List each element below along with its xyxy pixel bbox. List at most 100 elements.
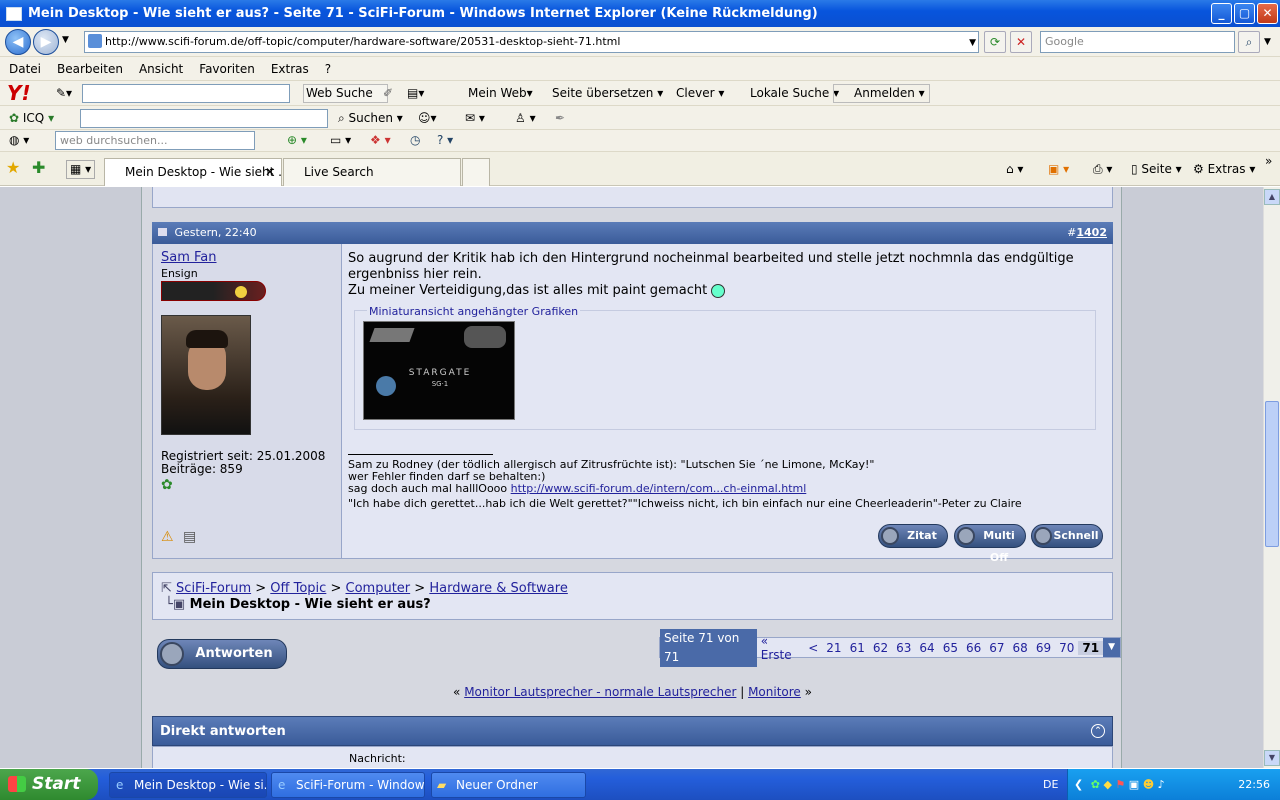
page-link-61[interactable]: 61 xyxy=(846,641,869,655)
page-link-63[interactable]: 63 xyxy=(892,641,915,655)
page-link-69[interactable]: 69 xyxy=(1032,641,1055,655)
taskbar-item-scifi-forum[interactable]: e SciFi-Forum - Window... xyxy=(271,772,425,798)
person-icon[interactable]: ♙ ▾ xyxy=(515,109,536,128)
scroll-thumb[interactable] xyxy=(1265,401,1279,547)
add-favorites-icon[interactable]: ✚ xyxy=(32,158,45,177)
start-button[interactable]: Start xyxy=(0,769,98,800)
window-icon[interactable]: ▭ ▾ xyxy=(330,131,351,150)
report-post-icon[interactable]: ▤ xyxy=(183,529,196,545)
search-input[interactable]: Google xyxy=(1040,31,1235,53)
page-link-65[interactable]: 65 xyxy=(939,641,962,655)
web-durchsuchen-input[interactable]: web durchsuchen... xyxy=(55,131,255,150)
forward-button[interactable]: ▶ xyxy=(33,29,59,55)
refresh-button[interactable]: ⟳ xyxy=(984,31,1006,53)
address-bar[interactable]: http://www.scifi-forum.de/off-topic/comp… xyxy=(84,31,979,53)
reply-button[interactable]: Antworten xyxy=(157,639,287,669)
minimize-button[interactable]: _ xyxy=(1211,3,1232,24)
username-link[interactable]: Sam Fan xyxy=(161,250,217,265)
login-button[interactable]: Anmelden ▾ xyxy=(833,84,930,103)
maximize-button[interactable]: ▢ xyxy=(1234,3,1255,24)
layout-icon[interactable]: ▤▾ xyxy=(407,84,424,103)
page-link-67[interactable]: 67 xyxy=(985,641,1008,655)
web-search-button[interactable]: Web Suche xyxy=(303,84,388,103)
next-thread-link[interactable]: Monitore xyxy=(748,685,801,699)
tray-icq-icon[interactable]: ✿ xyxy=(1091,778,1100,791)
stop-button[interactable]: ✕ xyxy=(1010,31,1032,53)
menu-favoriten[interactable]: Favoriten xyxy=(199,62,255,76)
new-tab-button[interactable] xyxy=(462,158,490,186)
clock-icon[interactable]: ◷ xyxy=(410,131,420,150)
clever-button[interactable]: Clever ▾ xyxy=(657,84,724,103)
reputation-icon[interactable]: ⚠ xyxy=(161,529,174,545)
scroll-down-icon[interactable]: ▼ xyxy=(1264,750,1280,766)
menu-extras[interactable]: Extras xyxy=(271,62,309,76)
menu-help[interactable]: ? xyxy=(325,62,331,76)
globe-icon[interactable]: ◍ ▾ xyxy=(9,131,29,150)
address-dropdown-icon[interactable]: ▼ xyxy=(969,33,976,53)
mail-icon[interactable]: ✉ ▾ xyxy=(465,109,485,128)
tray-volume-icon[interactable]: ♪ xyxy=(1158,778,1165,791)
close-button[interactable]: ✕ xyxy=(1257,3,1278,24)
scroll-up-icon[interactable]: ▲ xyxy=(1264,189,1280,205)
search-go-icon[interactable]: ⌕ xyxy=(1238,31,1260,53)
quick-tabs-icon[interactable]: ▦ ▾ xyxy=(66,160,96,179)
icq-flower-icon[interactable]: ✿ ICQ ▾ xyxy=(9,109,54,128)
vertical-scrollbar[interactable]: ▲ ▼ xyxy=(1263,187,1280,768)
page-link-62[interactable]: 62 xyxy=(869,641,892,655)
back-button[interactable]: ◀ xyxy=(5,29,31,55)
page-menu-button[interactable]: ▯ Seite ▾ xyxy=(1131,160,1182,179)
menu-datei[interactable]: Datei xyxy=(9,62,41,76)
pagination-dropdown-icon[interactable]: ▼ xyxy=(1103,638,1120,657)
page-link-66[interactable]: 66 xyxy=(962,641,985,655)
breadcrumb-off-topic[interactable]: Off Topic xyxy=(270,581,326,596)
page-link-64[interactable]: 64 xyxy=(915,641,938,655)
tray-shield-icon[interactable]: ◆ xyxy=(1103,778,1111,791)
icq-search-input[interactable] xyxy=(80,109,328,128)
user-avatar[interactable] xyxy=(161,315,251,435)
add-icon[interactable]: ⊕ ▾ xyxy=(287,131,307,150)
tab-close-icon[interactable]: ✕ xyxy=(265,159,275,185)
yahoo-logo-icon[interactable]: Y! xyxy=(7,82,31,104)
language-indicator[interactable]: DE xyxy=(1043,769,1058,800)
breadcrumb-computer[interactable]: Computer xyxy=(346,581,411,596)
signature-link[interactable]: http://www.scifi-forum.de/intern/com...c… xyxy=(511,482,807,495)
tray-flag-icon[interactable]: ⚑ xyxy=(1115,778,1125,791)
feeds-icon[interactable]: ▣ ▾ xyxy=(1048,160,1069,179)
highlight-icon[interactable]: ✐ xyxy=(383,84,393,103)
tab-live-search[interactable]: Live Search xyxy=(283,158,461,186)
icq-search-button[interactable]: ⌕ Suchen ▾ xyxy=(338,109,403,128)
breadcrumb-hardware[interactable]: Hardware & Software xyxy=(429,581,567,596)
collapse-icon[interactable]: ⌃ xyxy=(1091,724,1105,738)
tray-network-icon[interactable]: ▣ xyxy=(1129,778,1139,791)
multi-quote-button[interactable]: Multi Off xyxy=(954,524,1026,564)
favorites-star-icon[interactable]: ★ xyxy=(6,158,20,177)
pencil-icon[interactable]: ✎▾ xyxy=(56,84,72,103)
attachment-thumbnail[interactable]: STARGATE SG·1 xyxy=(363,321,515,420)
history-dropdown-icon[interactable]: ▼ xyxy=(62,35,69,45)
page-link-21[interactable]: 21 xyxy=(822,641,845,655)
prev-thread-link[interactable]: Monitor Lautsprecher - normale Lautsprec… xyxy=(464,685,736,699)
print-icon[interactable]: ⎙ ▾ xyxy=(1093,160,1112,179)
breadcrumb-scifi-forum[interactable]: SciFi-Forum xyxy=(176,581,251,596)
page-link-70[interactable]: 70 xyxy=(1055,641,1078,655)
help-icon[interactable]: ? ▾ xyxy=(437,131,453,150)
mein-web-button[interactable]: Mein Web▾ xyxy=(450,84,533,103)
pagination-prev[interactable]: < xyxy=(804,641,822,655)
home-icon[interactable]: ⌂ ▾ xyxy=(1006,160,1023,179)
menu-bearbeiten[interactable]: Bearbeiten xyxy=(57,62,123,76)
page-link-68[interactable]: 68 xyxy=(1009,641,1032,655)
search-options-icon[interactable]: ▼ xyxy=(1264,37,1271,47)
colorful-icon[interactable]: ❖ ▾ xyxy=(370,131,391,150)
tray-messenger-icon[interactable]: ☻ xyxy=(1143,778,1154,791)
menu-ansicht[interactable]: Ansicht xyxy=(139,62,183,76)
yahoo-search-input[interactable] xyxy=(82,84,290,103)
feather-icon[interactable]: ✒ xyxy=(555,109,565,128)
tray-expand-icon[interactable]: ❮ xyxy=(1074,778,1083,791)
translate-button[interactable]: Seite übersetzen ▾ xyxy=(534,84,663,103)
smiley-icon[interactable]: ☺▾ xyxy=(418,109,437,128)
taskbar-item-mein-desktop[interactable]: e Mein Desktop - Wie si... xyxy=(109,772,267,798)
tab-mein-desktop[interactable]: Mein Desktop - Wie sieht ... ✕ xyxy=(104,158,282,186)
quote-button[interactable]: Zitat xyxy=(878,524,948,548)
post-number-link[interactable]: 1402 xyxy=(1076,226,1107,239)
extras-menu-button[interactable]: ⚙ Extras ▾ xyxy=(1193,160,1255,179)
